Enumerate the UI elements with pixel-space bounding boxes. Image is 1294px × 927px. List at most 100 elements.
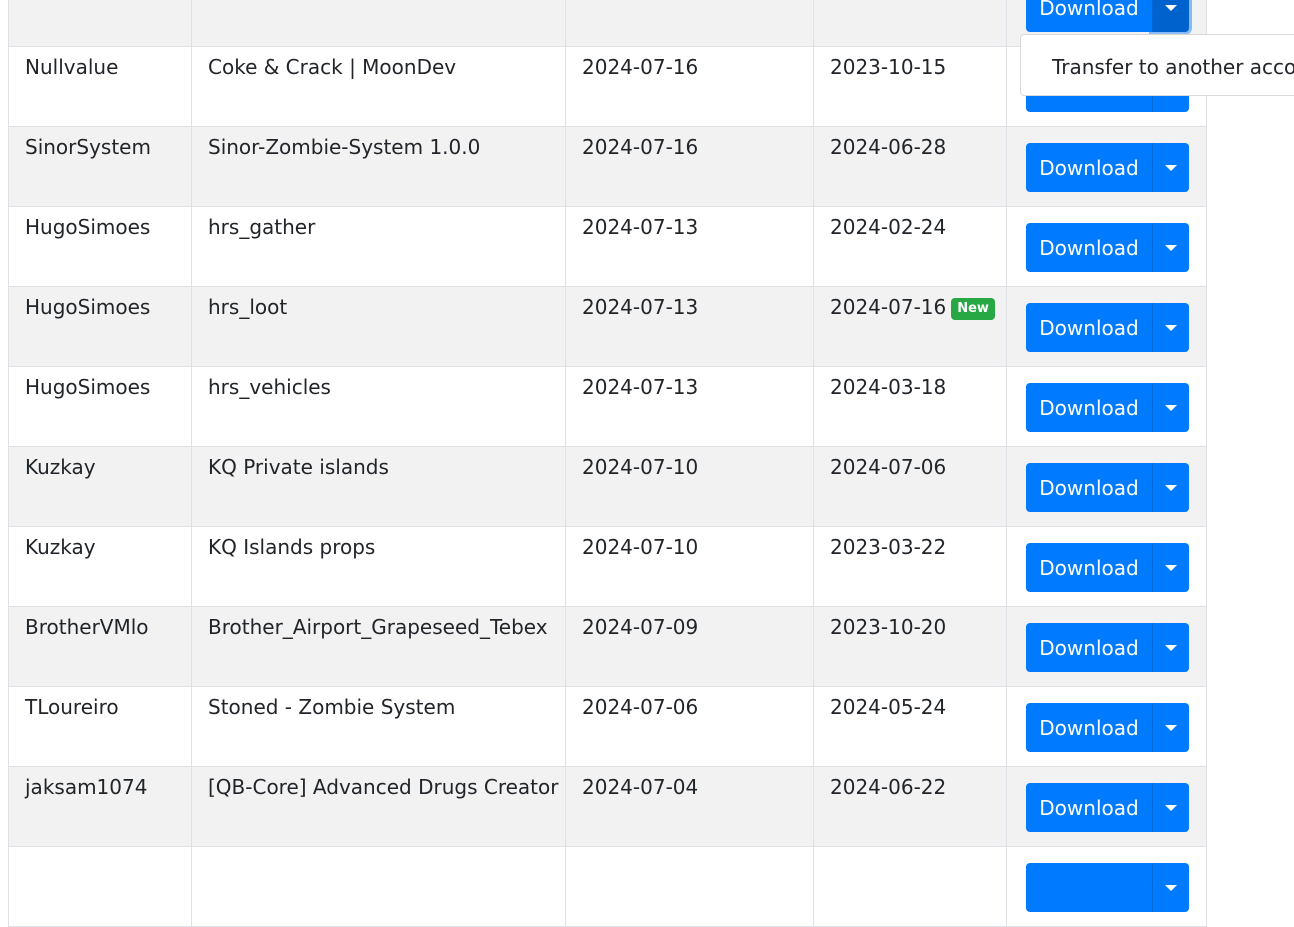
updated-date-cell-text: 2024-07-13	[582, 295, 699, 319]
download-button[interactable]: Download	[1026, 0, 1152, 32]
table-row: jaksam1074 [QB-Core] Advanced Drugs Creat…	[8, 766, 1207, 847]
download-dropdown-toggle[interactable]	[1152, 143, 1189, 192]
updated-date-cell: 2024-07-13	[565, 286, 814, 367]
table-row: HugoSimoes hrs_vehicles 2024-07-13 2024-03-…	[8, 366, 1207, 447]
author-cell-text: BrotherVMlo	[25, 615, 149, 639]
resource-name-cell: Stoned - Zombie System	[191, 686, 566, 767]
updated-date-cell-text: 2024-07-13	[582, 215, 699, 239]
release-date-cell: 2024-02-24	[813, 206, 1007, 287]
updated-date-cell: 2024-07-13	[565, 366, 814, 447]
author-cell-text: SinorSystem	[25, 135, 151, 159]
updated-date-cell: 2024-07-16	[565, 46, 814, 127]
author-cell-text: HugoSimoes	[25, 215, 151, 239]
author-cell: Kuzkay	[8, 446, 192, 527]
new-badge: New	[951, 298, 995, 320]
download-dropdown-toggle[interactable]	[1152, 223, 1189, 272]
resource-name-cell: KQ Private islands	[191, 446, 566, 527]
resource-name-cell-text: hrs_vehicles	[208, 375, 331, 399]
caret-down-icon	[1165, 804, 1177, 811]
caret-down-icon	[1165, 404, 1177, 411]
release-date-cell: 2024-07-16 New	[813, 286, 1007, 367]
download-button[interactable]: Download	[1026, 463, 1152, 512]
author-cell: TLoureiro	[8, 686, 192, 767]
transfer-account-menu-item[interactable]: Transfer to another account	[1052, 55, 1294, 79]
resource-name-cell: Coke & Crack | MoonDev	[191, 46, 566, 127]
release-date-cell-text: 2024-02-24	[830, 215, 947, 239]
updated-date-cell-text: 2024-07-13	[582, 375, 699, 399]
table-row	[8, 846, 1207, 927]
download-dropdown-toggle[interactable]	[1152, 703, 1189, 752]
download-button[interactable]: Download	[1026, 303, 1152, 352]
caret-down-icon	[1165, 564, 1177, 571]
updated-date-cell-text: 2024-07-10	[582, 455, 699, 479]
author-cell: HugoSimoes	[8, 286, 192, 367]
resource-name-cell: hrs_gather	[191, 206, 566, 287]
download-dropdown-toggle[interactable]	[1152, 543, 1189, 592]
release-date-cell	[813, 846, 1007, 927]
download-button[interactable]: Download	[1026, 143, 1152, 192]
table-row: HugoSimoes hrs_loot 2024-07-13 2024-07-16 Ne…	[8, 286, 1207, 367]
download-dropdown-toggle[interactable]	[1152, 383, 1189, 432]
release-date-cell: 2024-03-18	[813, 366, 1007, 447]
actions-cell: Download	[1006, 606, 1207, 687]
resource-name-cell: [QB-Core] Advanced Drugs Creator	[191, 766, 566, 847]
download-button[interactable]: Download	[1026, 623, 1152, 672]
resource-name-cell-text: Brother_Airport_Grapeseed_Tebex	[208, 615, 548, 639]
download-button[interactable]: Download	[1026, 223, 1152, 272]
resource-name-cell: Sinor-Zombie-System 1.0.0	[191, 126, 566, 207]
release-date-cell: 2023-10-15	[813, 46, 1007, 127]
resources-table-body: NullvalueFood Bag | QBCore2024-07-162024…	[8, 0, 1207, 927]
resource-name-cell: Food Bag | QBCore	[191, 0, 566, 47]
updated-date-cell: 2024-07-13	[565, 206, 814, 287]
release-date-cell-text: 2023-03-22	[830, 535, 947, 559]
download-button-group: Download	[1026, 783, 1189, 832]
author-cell-text: TLoureiro	[25, 695, 119, 719]
download-dropdown-toggle[interactable]	[1152, 303, 1189, 352]
download-button[interactable]: Download	[1026, 783, 1152, 832]
download-button[interactable]: Download	[1026, 383, 1152, 432]
resources-table-container: NullvalueFood Bag | QBCore2024-07-162024…	[8, 0, 1207, 927]
release-date-cell-text: 2023-10-20	[830, 615, 947, 639]
resource-name-cell-text: [QB-Core] Advanced Drugs Creator	[208, 775, 559, 799]
actions-cell: Download	[1006, 126, 1207, 207]
resource-name-cell: hrs_loot	[191, 286, 566, 367]
release-date-cell-text: 2024-07-06	[830, 455, 947, 479]
updated-date-cell-text: 2024-07-09	[582, 615, 699, 639]
author-cell-text: Kuzkay	[25, 455, 96, 479]
author-cell: HugoSimoes	[8, 366, 192, 447]
caret-down-icon	[1165, 484, 1177, 491]
download-dropdown-toggle[interactable]	[1152, 863, 1189, 912]
updated-date-cell: 2024-07-09	[565, 606, 814, 687]
release-date-cell: 2023-03-22	[813, 526, 1007, 607]
release-date-cell-text: 2024-06-22	[830, 775, 947, 799]
download-dropdown-toggle[interactable]	[1152, 783, 1189, 832]
author-cell-text: HugoSimoes	[25, 375, 151, 399]
download-dropdown-toggle[interactable]	[1152, 623, 1189, 672]
download-button-group	[1026, 863, 1189, 912]
caret-down-icon	[1165, 244, 1177, 251]
updated-date-cell	[565, 846, 814, 927]
resource-name-cell-text: hrs_gather	[208, 215, 316, 239]
resource-name-cell-text: KQ Islands props	[208, 535, 376, 559]
resource-name-cell	[191, 846, 566, 927]
caret-down-icon	[1165, 324, 1177, 331]
download-button[interactable]: Download	[1026, 543, 1152, 592]
release-date-cell: 2024-01-06	[813, 0, 1007, 47]
updated-date-cell-text: 2024-07-06	[582, 695, 699, 719]
resource-name-cell-text: Coke & Crack | MoonDev	[208, 55, 457, 79]
download-button-group: Download	[1026, 143, 1189, 192]
download-button[interactable]: Download	[1026, 703, 1152, 752]
release-date-cell: 2024-06-22	[813, 766, 1007, 847]
updated-date-cell-text: 2024-07-04	[582, 775, 699, 799]
updated-date-cell-text: 2024-07-16	[582, 135, 699, 159]
table-row: SinorSystem Sinor-Zombie-System 1.0.0 2024…	[8, 126, 1207, 207]
download-button[interactable]	[1026, 863, 1152, 912]
actions-cell: Download	[1006, 286, 1207, 367]
resource-name-cell-text: hrs_loot	[208, 295, 288, 319]
download-dropdown-toggle[interactable]	[1152, 0, 1189, 32]
caret-down-icon	[1165, 724, 1177, 731]
resource-name-cell-text: KQ Private islands	[208, 455, 389, 479]
download-dropdown-toggle[interactable]	[1152, 463, 1189, 512]
actions-cell: Download	[1006, 366, 1207, 447]
author-cell: HugoSimoes	[8, 206, 192, 287]
